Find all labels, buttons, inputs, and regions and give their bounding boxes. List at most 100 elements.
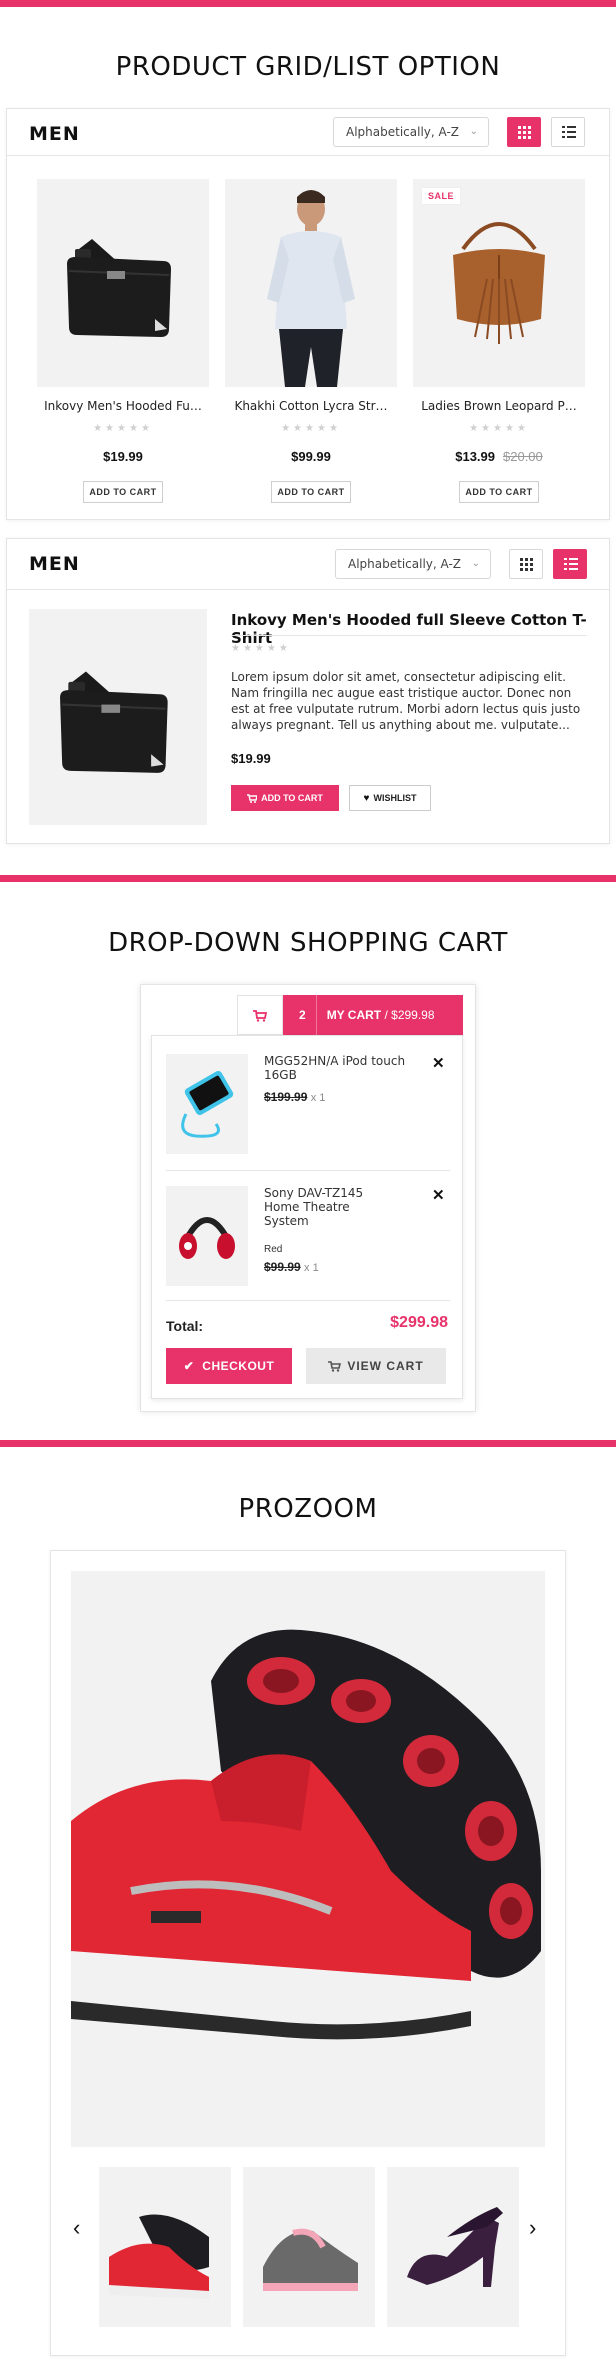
price-current: $13.99 — [455, 449, 495, 464]
section-divider-bar — [0, 875, 616, 882]
sort-select[interactable]: Alphabetically, A-Z ⌄ — [333, 117, 489, 147]
cart-toggle-button[interactable]: 2 MY CART / $299.98 — [283, 995, 463, 1035]
cart-count: 2 — [299, 1008, 306, 1022]
add-to-cart-button[interactable]: ADD TO CART — [271, 481, 351, 503]
sort-select-value: Alphabetically, A-Z — [348, 557, 462, 571]
product-description: Lorem ipsum dolor sit amet, consectetur … — [231, 670, 581, 732]
category-heading: MEN — [29, 123, 80, 145]
list-view-button[interactable] — [553, 549, 587, 579]
price-current: $19.99 — [103, 449, 143, 464]
grid-panel: MEN Alphabetically, A-Z ⌄ Inkovy Men's Ho… — [6, 108, 610, 520]
cart-item-name[interactable]: MGG52HN/A iPod touch 16GB — [264, 1054, 414, 1082]
section-title-grid: PRODUCT GRID/LIST OPTION — [115, 52, 501, 82]
zoom-panel: ‹ › — [50, 1550, 566, 2356]
heart-icon: ♥ — [363, 793, 370, 804]
list-view-button[interactable] — [551, 117, 585, 147]
grid-view-button[interactable] — [507, 117, 541, 147]
grid-view-button[interactable] — [509, 549, 543, 579]
product-name[interactable]: Inkovy Men's Hooded full Sleeve Cotton T… — [231, 611, 609, 647]
wishlist-button[interactable]: ♥ WISHLIST — [349, 785, 431, 811]
wishlist-label: WISHLIST — [373, 793, 417, 803]
view-cart-button[interactable]: VIEW CART — [306, 1348, 446, 1384]
view-cart-label: VIEW CART — [347, 1359, 424, 1373]
grid-icon — [518, 126, 531, 139]
section-title-cart: DROP-DOWN SHOPPING CART — [108, 928, 508, 958]
list-icon — [562, 126, 576, 138]
product-price: $13.99 $20.00 — [413, 449, 585, 464]
product-image[interactable] — [413, 179, 585, 387]
fringe-bag-image — [453, 222, 545, 344]
cart-label: MY CART — [326, 1008, 382, 1022]
messenger-bag-image — [60, 671, 168, 773]
divider — [231, 635, 587, 636]
cart-icon — [328, 1361, 342, 1373]
remove-item-icon[interactable]: ✕ — [432, 1054, 445, 1072]
chevron-down-icon: ⌄ — [471, 558, 480, 569]
rating-stars: ★★★★★ — [469, 423, 529, 434]
add-to-cart-button[interactable]: ADD TO CART — [83, 481, 163, 503]
quantity: x 1 — [310, 1092, 326, 1104]
cart-icon — [247, 794, 258, 804]
chevron-down-icon: ⌄ — [469, 126, 478, 137]
top-accent-bar — [0, 0, 616, 7]
cart-item-name[interactable]: Sony DAV-TZ145 Home Theatre System — [264, 1186, 374, 1228]
sneakers-image — [71, 1629, 541, 2040]
quantity: x 1 — [304, 1262, 319, 1274]
total-value: $299.98 — [390, 1314, 448, 1331]
sort-select[interactable]: Alphabetically, A-Z ⌄ — [335, 549, 491, 579]
chevron-right-icon[interactable]: › — [529, 2215, 536, 2241]
remove-item-icon[interactable]: ✕ — [432, 1186, 445, 1204]
product-image[interactable] — [37, 179, 209, 387]
price: $199.99 — [264, 1090, 308, 1104]
rating-stars: ★★★★★ — [231, 643, 291, 654]
divider — [166, 1300, 450, 1301]
divider — [315, 995, 317, 1035]
headphones-image — [179, 1217, 235, 1259]
chevron-left-icon[interactable]: ‹ — [73, 2215, 80, 2241]
rating-stars: ★★★★★ — [93, 423, 153, 434]
shirt-model-image — [267, 190, 355, 387]
price: $99.99 — [264, 1260, 301, 1274]
list-icon — [564, 558, 578, 570]
grid-icon — [520, 558, 533, 571]
cart-item-variant: Red — [264, 1244, 283, 1255]
product-price: $19.99 — [231, 751, 271, 766]
cart-item-price: $99.99 x 1 — [264, 1260, 319, 1274]
cart-item-price: $199.99 x 1 — [264, 1090, 325, 1104]
product-image[interactable] — [225, 179, 397, 387]
category-heading: MEN — [29, 553, 80, 575]
red-sneaker-thumb — [109, 2214, 209, 2299]
divider — [166, 1170, 450, 1171]
cart-icon — [253, 1010, 267, 1022]
list-panel: MEN Alphabetically, A-Z ⌄ Inkovy Men's Ho… — [6, 538, 610, 844]
add-to-cart-button[interactable]: ADD TO CART — [231, 785, 339, 811]
sale-badge: SALE — [421, 187, 462, 205]
messenger-bag-image — [67, 239, 171, 337]
total-label: Total: — [166, 1318, 204, 1334]
sort-select-value: Alphabetically, A-Z — [346, 125, 460, 139]
price-old: $20.00 — [503, 449, 543, 464]
add-to-cart-label: ADD TO CART — [261, 793, 323, 803]
product-name[interactable]: Khakhi Cotton Lycra Str… — [225, 399, 397, 413]
divider — [7, 589, 609, 590]
product-image[interactable] — [29, 609, 207, 825]
cart-item-image[interactable] — [166, 1054, 248, 1154]
zoom-thumb[interactable] — [243, 2167, 375, 2327]
checkout-label: CHECKOUT — [202, 1359, 275, 1373]
divider — [7, 155, 609, 156]
ipod-image — [181, 1070, 234, 1138]
section-divider-bar — [0, 1440, 616, 1447]
zoom-main-image[interactable] — [71, 1571, 545, 2147]
zoom-thumb[interactable] — [99, 2167, 231, 2327]
cart-item-image[interactable] — [166, 1186, 248, 1286]
checkout-button[interactable]: ✔ CHECKOUT — [166, 1348, 292, 1384]
add-to-cart-button[interactable]: ADD TO CART — [459, 481, 539, 503]
zoom-thumb[interactable] — [387, 2167, 519, 2327]
section-title-zoom: PROZOOM — [238, 1494, 378, 1524]
price-current: $99.99 — [291, 449, 331, 464]
cart-icon-button[interactable] — [237, 995, 283, 1035]
product-name[interactable]: Inkovy Men's Hooded Fu… — [37, 399, 209, 413]
purple-heel-thumb — [407, 2207, 503, 2287]
product-name[interactable]: Ladies Brown Leopard P… — [413, 399, 585, 413]
product-price: $19.99 — [37, 449, 209, 464]
